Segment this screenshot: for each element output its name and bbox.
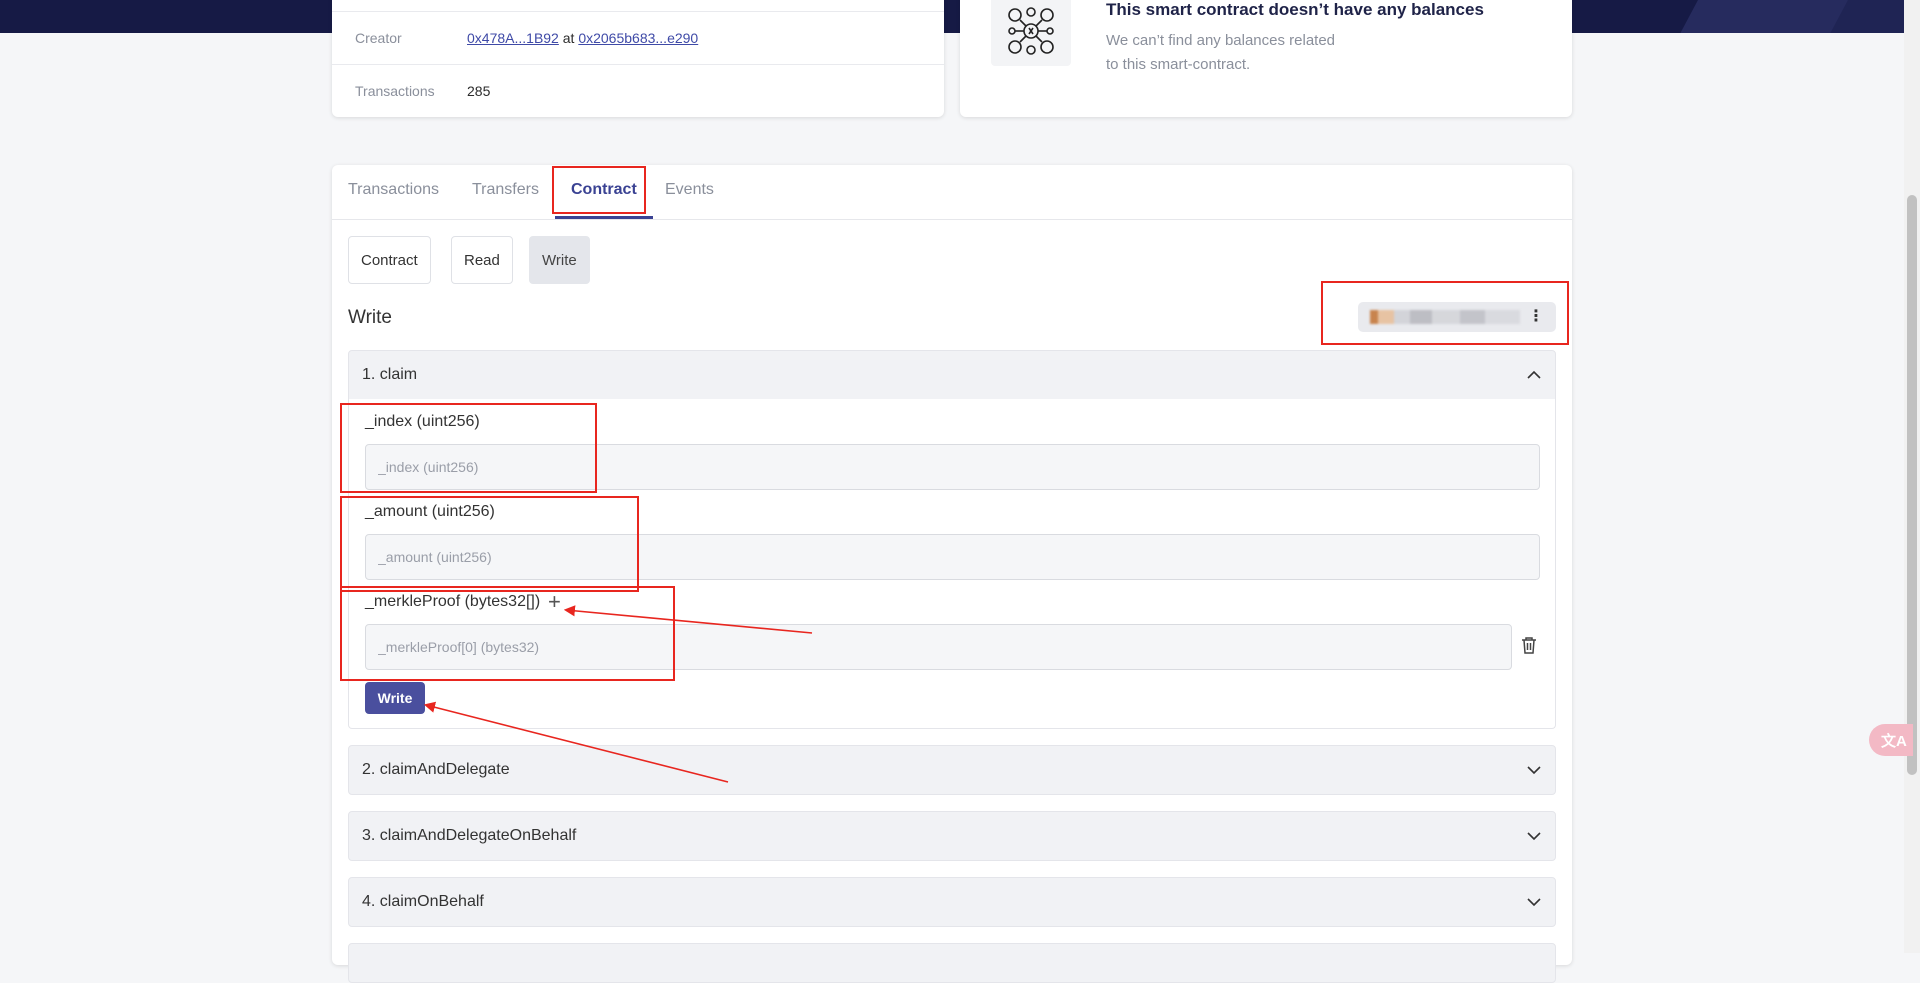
tab-contract[interactable]: Contract xyxy=(555,165,653,219)
no-balances-description: We can’t find any balances related to th… xyxy=(1106,29,1396,77)
creator-address-link[interactable]: 0x478A...1B92 xyxy=(467,30,559,46)
function-claim-and-delegate-on-behalf-header[interactable]: 3. claimAndDelegateOnBehalf xyxy=(348,811,1556,861)
more-vertical-icon[interactable]: ⋮ xyxy=(1528,307,1544,327)
subtab-read[interactable]: Read xyxy=(451,236,513,284)
subtab-write[interactable]: Write xyxy=(529,236,590,284)
chevron-down-icon[interactable] xyxy=(1527,829,1541,843)
subtab-contract[interactable]: Contract xyxy=(348,236,431,284)
add-proof-plus-icon[interactable]: + xyxy=(548,591,561,613)
page-scrollbar-thumb[interactable] xyxy=(1907,195,1917,775)
function-claim-header[interactable]: 1. claim xyxy=(348,350,1556,400)
wallet-address-redacted xyxy=(1370,310,1520,324)
function-claim-on-behalf-header[interactable]: 4. claimOnBehalf xyxy=(348,877,1556,927)
creator-at-text: at xyxy=(562,30,575,46)
creator-label: Creator xyxy=(355,30,402,46)
no-balances-line: to this smart-contract. xyxy=(1106,56,1251,73)
index-label: _index (uint256) xyxy=(365,413,480,430)
merkle-proof-label: _merkleProof (bytes32[]) xyxy=(365,593,541,610)
write-heading: Write xyxy=(348,307,392,328)
write-submit-button[interactable]: Write xyxy=(365,682,425,714)
chevron-up-icon[interactable] xyxy=(1527,368,1541,382)
index-input[interactable] xyxy=(365,444,1540,490)
translate-icon[interactable]: 文A xyxy=(1869,724,1913,756)
function-next-header[interactable] xyxy=(348,943,1556,983)
connected-wallet-button[interactable]: ⋮ xyxy=(1358,302,1556,332)
tab-transactions[interactable]: Transactions xyxy=(348,165,439,219)
coins-network-icon xyxy=(991,0,1071,66)
chevron-down-icon[interactable] xyxy=(1527,895,1541,909)
contract-panel: Transactions Transfers Contract Events C… xyxy=(332,165,1572,983)
amount-label: _amount (uint256) xyxy=(365,503,495,520)
function-title: 2. claimAndDelegate xyxy=(362,761,510,778)
tab-transfers[interactable]: Transfers xyxy=(472,165,539,219)
contract-info-card: Creator 0x478A...1B92 at 0x2065b683...e2… xyxy=(332,0,944,117)
trash-icon[interactable] xyxy=(1520,635,1538,655)
merkle-proof-input[interactable] xyxy=(365,624,1512,670)
amount-input[interactable] xyxy=(365,534,1540,580)
transactions-count: 285 xyxy=(467,83,491,99)
creator-row: Creator 0x478A...1B92 at 0x2065b683...e2… xyxy=(332,11,944,64)
creator-tx-link[interactable]: 0x2065b683...e290 xyxy=(578,30,698,46)
function-title: 1. claim xyxy=(362,366,418,383)
no-balances-title: This smart contract doesn’t have any bal… xyxy=(1106,0,1484,19)
transactions-label: Transactions xyxy=(355,83,435,99)
main-tabs: Transactions Transfers Contract Events xyxy=(332,165,1572,220)
no-balances-line: We can’t find any balances related xyxy=(1106,32,1336,49)
chevron-down-icon[interactable] xyxy=(1527,763,1541,777)
creator-value: 0x478A...1B92 at 0x2065b683...e290 xyxy=(467,30,698,46)
balances-card: This smart contract doesn’t have any bal… xyxy=(960,0,1572,117)
transactions-row: Transactions 285 xyxy=(332,64,944,117)
tab-events[interactable]: Events xyxy=(665,165,714,219)
function-title: 3. claimAndDelegateOnBehalf xyxy=(362,827,577,844)
function-title: 4. claimOnBehalf xyxy=(362,893,484,910)
function-claim-and-delegate-header[interactable]: 2. claimAndDelegate xyxy=(348,745,1556,795)
